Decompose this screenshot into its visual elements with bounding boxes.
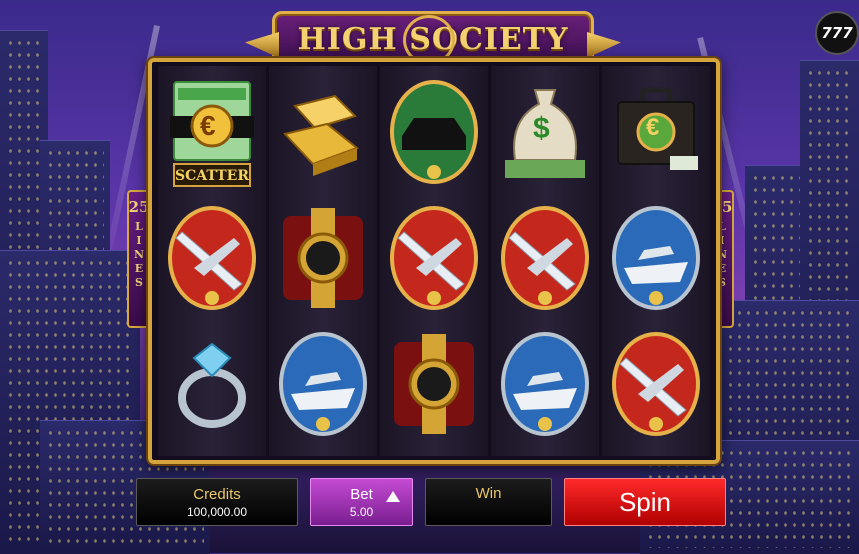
gold-bars-symbol <box>273 72 373 192</box>
diamond-ring-symbol <box>162 324 262 444</box>
briefcase-symbol: € <box>606 72 706 192</box>
credits-label: Credits <box>193 485 241 503</box>
reel-2 <box>269 66 377 456</box>
win-display: Win <box>425 478 552 526</box>
gold-bars-icon <box>283 94 360 176</box>
reel-frame: € SCATTER $ € <box>148 58 720 464</box>
gold-watch-symbol <box>273 198 373 318</box>
dollar-sign: $ <box>533 112 550 145</box>
reel-3 <box>380 66 488 456</box>
wing-ornament-left <box>245 32 279 58</box>
private-jet-icon <box>501 206 589 310</box>
lines-word: LINES <box>132 220 146 290</box>
scatter-label: SCATTER <box>175 168 249 184</box>
private-jet-icon <box>168 206 256 310</box>
bet-value: 5.00 <box>349 504 374 519</box>
gold-watch-icon <box>394 334 474 434</box>
win-label: Win <box>475 485 502 502</box>
jackpot-777-badge[interactable]: 777 <box>815 11 859 55</box>
yacht-icon <box>279 332 367 436</box>
private-jet-symbol <box>495 198 595 318</box>
bet-button[interactable]: Bet 5.00 <box>310 478 413 526</box>
badge-label: 777 <box>821 24 853 42</box>
gold-watch-icon <box>283 208 363 308</box>
private-jet-icon <box>612 332 700 436</box>
diamond-ring-icon <box>178 342 246 428</box>
limousine-icon <box>390 80 478 184</box>
wing-ornament-right <box>587 32 621 58</box>
yacht-symbol <box>606 198 706 318</box>
private-jet-symbol <box>384 198 484 318</box>
private-jet-icon <box>390 206 478 310</box>
private-jet-symbol <box>162 198 262 318</box>
yacht-icon <box>501 332 589 436</box>
spin-label: Spin <box>618 486 672 517</box>
euro-sign: € <box>646 114 660 141</box>
reel-4: $ <box>491 66 599 456</box>
bet-increase-arrow-icon[interactable] <box>386 491 400 502</box>
lines-count: 25 <box>128 198 150 216</box>
reel-1: € SCATTER <box>158 66 266 456</box>
yacht-symbol <box>273 324 373 444</box>
credits-value: 100,000.00 <box>186 504 248 519</box>
private-jet-symbol <box>606 324 706 444</box>
yacht-symbol <box>495 324 595 444</box>
bet-label: Bet <box>350 485 373 503</box>
yacht-icon <box>612 206 700 310</box>
reel-5: € <box>602 66 710 456</box>
scatter-symbol: € SCATTER <box>162 72 262 192</box>
money-bag-symbol: $ <box>495 72 595 192</box>
spin-button[interactable]: Spin <box>564 478 726 526</box>
euro-sign: € <box>200 110 216 141</box>
credits-display: Credits 100,000.00 <box>136 478 298 526</box>
limousine-symbol <box>384 72 484 192</box>
gold-watch-symbol <box>384 324 484 444</box>
